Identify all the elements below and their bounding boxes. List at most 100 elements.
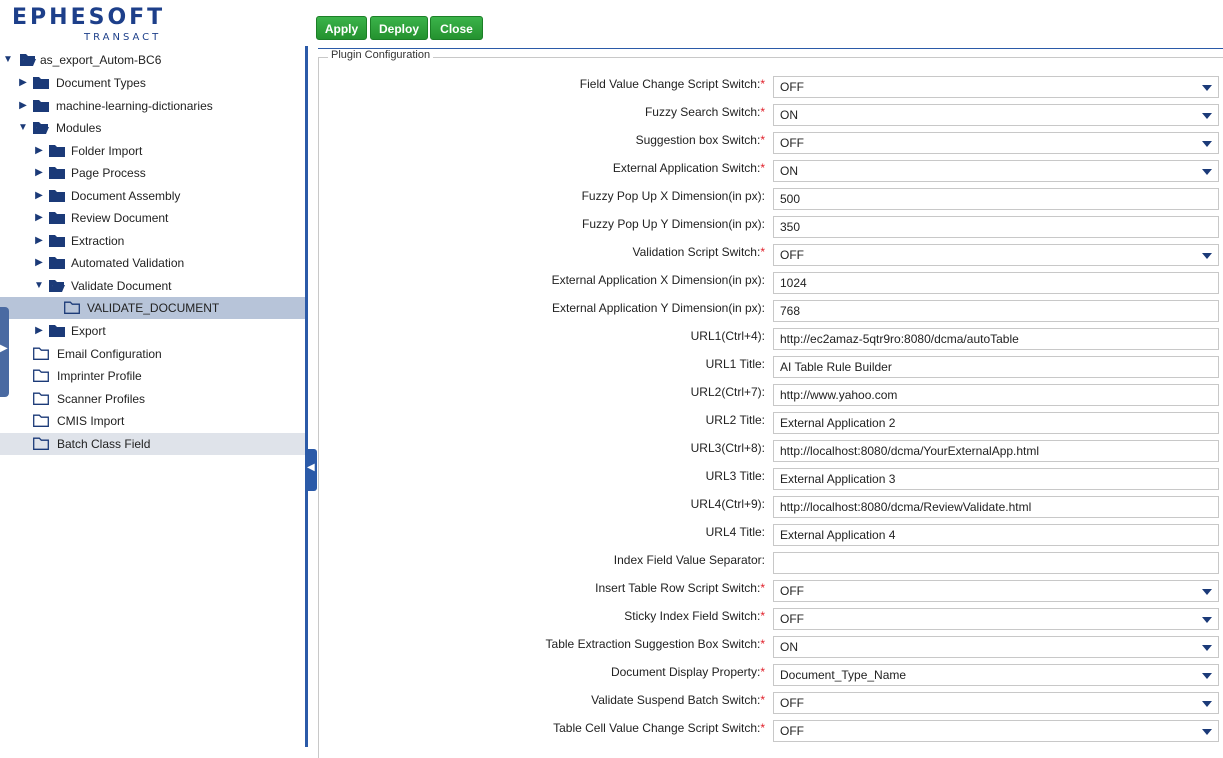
config-text-input[interactable]: AI Table Rule Builder <box>773 356 1219 378</box>
tree-item[interactable]: ▶ Document Assembly <box>0 185 305 207</box>
tree-item-label: Modules <box>56 121 102 135</box>
config-value: OFF <box>780 136 804 150</box>
chevron-right-icon[interactable]: ▶ <box>32 252 46 274</box>
config-value: OFF <box>780 248 804 262</box>
tree-item[interactable]: Email Configuration <box>0 343 305 365</box>
dropdown-caret-icon[interactable] <box>1202 253 1212 259</box>
folder-outline-icon <box>64 301 80 314</box>
logo-brand: EPHESOFT <box>12 5 166 30</box>
chevron-down-icon[interactable]: ▼ <box>32 275 46 297</box>
config-value: ON <box>780 640 798 654</box>
config-label: Fuzzy Search Switch:* <box>645 103 765 121</box>
folder-open-icon <box>33 122 49 134</box>
config-label-text: Fuzzy Search Switch: <box>644 105 761 119</box>
config-text-input[interactable]: http://www.yahoo.com <box>773 384 1219 406</box>
dropdown-caret-icon[interactable] <box>1202 729 1212 735</box>
config-select[interactable]: ON <box>773 160 1219 182</box>
config-label: URL1(Ctrl+4): <box>691 327 765 345</box>
config-text-input[interactable]: http://ec2amaz-5qtr9ro:8080/dcma/autoTab… <box>773 328 1219 350</box>
close-button[interactable]: Close <box>430 16 483 40</box>
chevron-right-icon[interactable]: ▶ <box>32 207 46 229</box>
config-row: URL3 Title: External Application 3 <box>318 467 1223 495</box>
tree-item-label: CMIS Import <box>57 414 125 428</box>
config-label: Document Display Property:* <box>611 663 765 681</box>
tree-item[interactable]: Scanner Profiles <box>0 388 305 410</box>
config-row: URL4 Title: External Application 4 <box>318 523 1223 551</box>
config-text-input[interactable]: 1024 <box>773 272 1219 294</box>
config-label: Sticky Index Field Switch:* <box>624 607 765 625</box>
apply-button[interactable]: Apply <box>316 16 367 40</box>
tree-item[interactable]: Imprinter Profile <box>0 365 305 387</box>
config-select[interactable]: OFF <box>773 608 1219 630</box>
config-label-text: External Application Y Dimension(in px): <box>552 301 765 315</box>
dropdown-caret-icon[interactable] <box>1202 645 1212 651</box>
tree-item[interactable]: ▶ Review Document <box>0 207 305 229</box>
config-select[interactable]: OFF <box>773 132 1219 154</box>
config-select[interactable]: OFF <box>773 692 1219 714</box>
config-select[interactable]: OFF <box>773 580 1219 602</box>
config-select[interactable]: OFF <box>773 244 1219 266</box>
config-label: External Application Y Dimension(in px): <box>552 299 765 317</box>
dropdown-caret-icon[interactable] <box>1202 141 1212 147</box>
config-select[interactable]: ON <box>773 104 1219 126</box>
tree-item[interactable]: ▶ Export <box>0 320 305 342</box>
deploy-button[interactable]: Deploy <box>370 16 428 40</box>
tree-item[interactable]: ▶ Automated Validation <box>0 252 305 274</box>
required-marker: * <box>760 665 765 679</box>
required-marker: * <box>760 581 765 595</box>
tree-item[interactable]: ▶ Extraction <box>0 230 305 252</box>
config-value: External Application 2 <box>780 416 896 430</box>
config-text-input[interactable] <box>773 552 1219 574</box>
config-label: External Application Switch:* <box>613 159 765 177</box>
tree-item[interactable]: ▶ Document Types <box>0 72 305 94</box>
config-row: External Application X Dimension(in px):… <box>318 271 1223 299</box>
chevron-down-icon[interactable]: ▼ <box>16 117 30 139</box>
config-text-input[interactable]: http://localhost:8080/dcma/YourExternalA… <box>773 440 1219 462</box>
dropdown-caret-icon[interactable] <box>1202 169 1212 175</box>
tree-item[interactable]: ▼ Validate Document <box>0 275 305 297</box>
config-text-input[interactable]: External Application 2 <box>773 412 1219 434</box>
tree-item[interactable]: Batch Class Field <box>0 433 305 455</box>
chevron-right-icon[interactable]: ▶ <box>32 140 46 162</box>
dropdown-caret-icon[interactable] <box>1202 589 1212 595</box>
chevron-right-icon[interactable]: ▶ <box>16 72 30 94</box>
config-select[interactable]: ON <box>773 636 1219 658</box>
tree-item[interactable]: CMIS Import <box>0 410 305 432</box>
config-text-input[interactable]: 768 <box>773 300 1219 322</box>
chevron-right-icon[interactable]: ▶ <box>16 95 30 117</box>
tree-item-label: machine-learning-dictionaries <box>56 99 213 113</box>
config-select[interactable]: OFF <box>773 76 1219 98</box>
dropdown-caret-icon[interactable] <box>1202 113 1212 119</box>
config-value: Document_Type_Name <box>780 668 907 682</box>
folder-icon <box>49 190 65 202</box>
dropdown-caret-icon[interactable] <box>1202 617 1212 623</box>
chevron-right-icon[interactable]: ▶ <box>32 230 46 252</box>
config-text-input[interactable]: External Application 4 <box>773 524 1219 546</box>
config-text-input[interactable]: 350 <box>773 216 1219 238</box>
dropdown-caret-icon[interactable] <box>1202 85 1212 91</box>
config-select[interactable]: OFF <box>773 720 1219 742</box>
config-text-input[interactable]: External Application 3 <box>773 468 1219 490</box>
left-expand-handle[interactable]: ▶ <box>0 307 9 397</box>
dropdown-caret-icon[interactable] <box>1202 673 1212 679</box>
panel-divider[interactable] <box>305 46 308 747</box>
config-text-input[interactable]: 500 <box>773 188 1219 210</box>
config-value: 500 <box>780 192 801 206</box>
chevron-down-icon[interactable]: ▼ <box>1 49 15 71</box>
chevron-right-icon[interactable]: ▶ <box>32 320 46 342</box>
chevron-right-icon[interactable]: ▶ <box>32 162 46 184</box>
tree-item[interactable]: ▶ machine-learning-dictionaries <box>0 95 305 117</box>
collapse-panel-tab[interactable]: ◀ <box>307 449 317 491</box>
tree-item[interactable]: ▼ as_export_Autom-BC6 <box>0 49 305 71</box>
dropdown-caret-icon[interactable] <box>1202 701 1212 707</box>
tree-item[interactable]: ▶ Folder Import <box>0 140 305 162</box>
tree-item-label: Scanner Profiles <box>57 392 146 406</box>
config-text-input[interactable]: http://localhost:8080/dcma/ReviewValidat… <box>773 496 1219 518</box>
config-value: OFF <box>780 724 804 738</box>
config-label-text: Field Value Change Script Switch: <box>579 77 761 91</box>
tree-item[interactable]: ▼ Modules <box>0 117 305 139</box>
chevron-right-icon[interactable]: ▶ <box>32 185 46 207</box>
config-select[interactable]: Document_Type_Name <box>773 664 1219 686</box>
tree-item[interactable]: VALIDATE_DOCUMENT <box>0 297 305 319</box>
tree-item[interactable]: ▶ Page Process <box>0 162 305 184</box>
